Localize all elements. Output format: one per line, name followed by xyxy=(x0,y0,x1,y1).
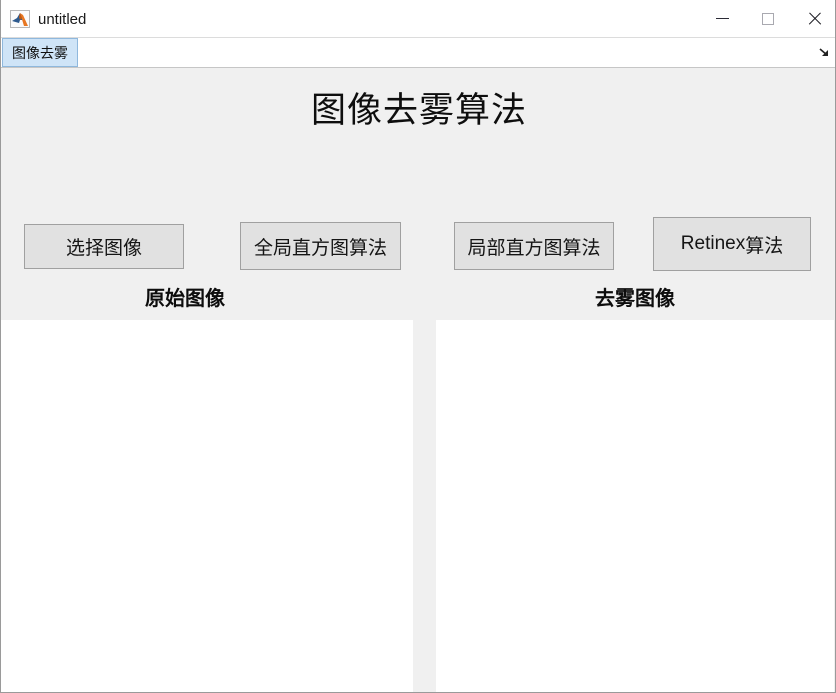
local-histogram-button-label: 局部直方图算法 xyxy=(467,237,601,259)
resize-arrow-icon[interactable] xyxy=(818,46,832,60)
dehazed-image-caption: 去雾图像 xyxy=(595,288,675,310)
retinex-button[interactable]: Retinex 算法 xyxy=(653,217,811,271)
retinex-button-label-cjk: 算法 xyxy=(745,235,784,257)
maximize-icon xyxy=(762,12,774,25)
global-histogram-button[interactable]: 全局直方图算法 xyxy=(240,222,401,270)
dehazed-image-panel[interactable] xyxy=(436,320,834,692)
original-image-caption: 原始图像 xyxy=(145,288,225,310)
minimize-button[interactable] xyxy=(699,0,745,37)
main-content: 图像去雾算法 选择图像 全局直方图算法 局部直方图算法 Retinex 算法 原始… xyxy=(1,69,835,692)
original-image-panel[interactable] xyxy=(1,320,413,692)
global-histogram-button-label: 全局直方图算法 xyxy=(253,237,387,259)
menu-item-label: 图像去雾 xyxy=(12,44,68,61)
minimize-icon xyxy=(715,18,729,19)
menu-item-dehaze[interactable]: 图像去雾 xyxy=(2,38,78,67)
matlab-logo-icon xyxy=(10,10,30,28)
close-button[interactable] xyxy=(791,0,835,37)
local-histogram-button[interactable]: 局部直方图算法 xyxy=(454,222,614,270)
title-bar-left-group: untitled xyxy=(10,0,86,38)
maximize-button[interactable] xyxy=(745,0,791,37)
title-bar: untitled xyxy=(1,0,835,38)
application-window: untitled 图像去雾 图像去雾算法 选择图像 全局直方图算法 局部直方图算… xyxy=(0,0,836,693)
window-title: untitled xyxy=(38,10,87,28)
select-image-button-label: 选择图像 xyxy=(65,238,142,259)
window-controls xyxy=(699,0,835,37)
menu-bar: 图像去雾 xyxy=(1,38,835,68)
retinex-button-label-latin: Retinex xyxy=(680,233,746,254)
select-image-button[interactable]: 选择图像 xyxy=(24,224,184,269)
close-icon xyxy=(807,11,822,26)
page-title: 图像去雾算法 xyxy=(310,91,527,130)
